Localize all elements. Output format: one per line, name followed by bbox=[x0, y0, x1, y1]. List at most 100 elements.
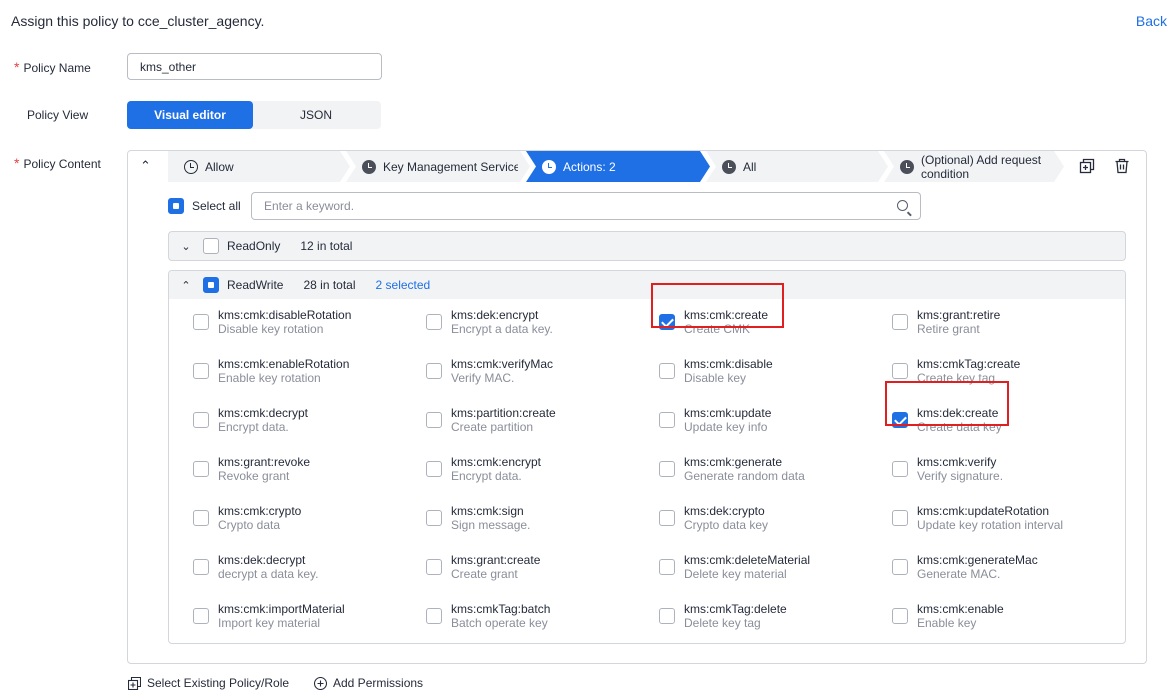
action-item[interactable]: kms:cmkTag:delete Delete key tag bbox=[659, 599, 787, 633]
action-checkbox[interactable] bbox=[659, 461, 675, 477]
action-item[interactable]: kms:cmk:enable Enable key bbox=[892, 599, 1004, 633]
action-checkbox[interactable] bbox=[892, 559, 908, 575]
readonly-checkbox[interactable] bbox=[203, 238, 219, 254]
action-item[interactable]: kms:grant:create Create grant bbox=[426, 550, 540, 584]
action-description: Verify signature. bbox=[917, 469, 1004, 483]
action-checkbox[interactable] bbox=[426, 412, 442, 428]
action-checkbox[interactable] bbox=[426, 314, 442, 330]
page-title: Assign this policy to cce_cluster_agency… bbox=[11, 13, 265, 29]
action-description: Crypto data key bbox=[684, 518, 769, 532]
step-resources[interactable]: All bbox=[706, 151, 888, 182]
action-name: kms:cmk:sign bbox=[451, 504, 524, 518]
plus-circle-icon bbox=[314, 676, 327, 690]
action-item[interactable]: kms:grant:revoke Revoke grant bbox=[193, 452, 310, 486]
action-checkbox[interactable] bbox=[193, 461, 209, 477]
action-item[interactable]: kms:cmk:crypto Crypto data bbox=[193, 501, 301, 535]
action-text: kms:dek:encrypt Encrypt a data key. bbox=[451, 308, 553, 336]
policy-name-input[interactable] bbox=[127, 53, 382, 80]
add-permissions-link[interactable]: Add Permissions bbox=[314, 676, 423, 690]
action-item[interactable]: kms:cmk:disable Disable key bbox=[659, 354, 773, 388]
action-item[interactable]: kms:cmk:verify Verify signature. bbox=[892, 452, 1003, 486]
action-checkbox[interactable] bbox=[659, 510, 675, 526]
select-all[interactable]: Select all bbox=[168, 198, 241, 214]
step-actions[interactable]: Actions: 2 bbox=[526, 151, 710, 182]
action-item[interactable]: kms:cmk:update Update key info bbox=[659, 403, 771, 437]
action-item[interactable]: kms:partition:create Create partition bbox=[426, 403, 556, 437]
action-item[interactable]: kms:grant:retire Retire grant bbox=[892, 305, 1000, 339]
action-text: kms:dek:crypto Crypto data key bbox=[684, 504, 768, 532]
action-item[interactable]: kms:cmk:decrypt Encrypt data. bbox=[193, 403, 308, 437]
step-service[interactable]: Key Management Service bbox=[346, 151, 530, 182]
action-item[interactable]: kms:cmk:importMaterial Import key materia… bbox=[193, 599, 345, 633]
action-checkbox[interactable] bbox=[426, 461, 442, 477]
action-name: kms:cmk:encrypt bbox=[451, 455, 542, 469]
policy-content-label: * Policy Content bbox=[14, 155, 101, 171]
action-checkbox[interactable] bbox=[659, 559, 675, 575]
action-checkbox[interactable] bbox=[426, 510, 442, 526]
action-item[interactable]: kms:cmk:disableRotation Disable key rotat… bbox=[193, 305, 351, 339]
collapse-statement-button[interactable]: ⌃ bbox=[140, 158, 151, 174]
action-item[interactable]: kms:cmk:sign Sign message. bbox=[426, 501, 530, 535]
group-readonly[interactable]: ⌄ ReadOnly 12 in total bbox=[168, 231, 1126, 261]
step-effect[interactable]: Allow bbox=[168, 151, 350, 182]
policy-content-panel: ⌃ Allow Key Management Service Actions: … bbox=[127, 150, 1147, 664]
action-name: kms:cmk:enableRotation bbox=[218, 357, 350, 371]
copy-statement-icon[interactable] bbox=[1079, 158, 1095, 174]
action-name: kms:cmkTag:delete bbox=[684, 602, 787, 616]
action-checkbox[interactable] bbox=[892, 363, 908, 379]
action-name: kms:grant:retire bbox=[917, 308, 1001, 322]
json-tab[interactable]: JSON bbox=[253, 101, 379, 129]
delete-statement-icon[interactable] bbox=[1114, 158, 1130, 174]
clock-icon bbox=[362, 160, 376, 174]
search-icon[interactable] bbox=[897, 200, 908, 211]
action-item[interactable]: kms:cmk:generate Generate random data bbox=[659, 452, 805, 486]
action-name: kms:cmkTag:create bbox=[917, 357, 1021, 371]
action-name: kms:grant:create bbox=[451, 553, 541, 567]
action-checkbox[interactable] bbox=[659, 412, 675, 428]
action-checkbox[interactable] bbox=[193, 314, 209, 330]
chevron-up-icon[interactable]: ⌃ bbox=[169, 279, 203, 292]
action-checkbox[interactable] bbox=[193, 510, 209, 526]
search-input[interactable] bbox=[252, 193, 872, 219]
action-checkbox[interactable] bbox=[426, 559, 442, 575]
action-item[interactable]: kms:dek:encrypt Encrypt a data key. bbox=[426, 305, 553, 339]
action-checkbox[interactable] bbox=[426, 608, 442, 624]
readwrite-checkbox[interactable] bbox=[203, 277, 219, 293]
back-link[interactable]: Back bbox=[1136, 13, 1167, 29]
action-text: kms:cmk:updateRotation Update key rotatio… bbox=[917, 504, 1063, 532]
step-actions-label: Actions: 2 bbox=[563, 159, 616, 174]
action-item[interactable]: kms:cmk:deleteMaterial Delete key materia… bbox=[659, 550, 810, 584]
action-text: kms:cmk:sign Sign message. bbox=[451, 504, 530, 532]
select-existing-policy-link[interactable]: Select Existing Policy/Role bbox=[128, 676, 289, 690]
select-all-checkbox[interactable] bbox=[168, 198, 184, 214]
action-name: kms:cmk:deleteMaterial bbox=[684, 553, 811, 567]
chevron-down-icon[interactable]: ⌄ bbox=[169, 240, 203, 253]
action-item[interactable]: kms:dek:decrypt decrypt a data key. bbox=[193, 550, 319, 584]
action-item[interactable]: kms:cmk:updateRotation Update key rotatio… bbox=[892, 501, 1063, 535]
action-checkbox[interactable] bbox=[892, 461, 908, 477]
action-checkbox[interactable] bbox=[659, 363, 675, 379]
action-checkbox[interactable] bbox=[659, 608, 675, 624]
action-item[interactable]: kms:cmk:verifyMac Verify MAC. bbox=[426, 354, 553, 388]
action-checkbox[interactable] bbox=[193, 608, 209, 624]
action-text: kms:grant:retire Retire grant bbox=[917, 308, 1000, 336]
action-name: kms:partition:create bbox=[451, 406, 556, 420]
action-checkbox[interactable] bbox=[193, 412, 209, 428]
action-checkbox[interactable] bbox=[193, 559, 209, 575]
step-condition[interactable]: (Optional) Add request condition bbox=[884, 151, 1064, 182]
action-checkbox[interactable] bbox=[892, 314, 908, 330]
visual-editor-tab[interactable]: Visual editor bbox=[127, 101, 253, 129]
action-checkbox[interactable] bbox=[426, 363, 442, 379]
action-item[interactable]: kms:cmk:enableRotation Enable key rotatio… bbox=[193, 354, 349, 388]
action-description: Retire grant bbox=[917, 322, 980, 336]
action-text: kms:cmk:enableRotation Enable key rotatio… bbox=[218, 357, 349, 385]
group-readwrite-header[interactable]: ⌃ ReadWrite 28 in total 2 selected bbox=[169, 271, 1125, 299]
action-item[interactable]: kms:cmk:generateMac Generate MAC. bbox=[892, 550, 1038, 584]
action-checkbox[interactable] bbox=[892, 510, 908, 526]
action-item[interactable]: kms:dek:crypto Crypto data key bbox=[659, 501, 768, 535]
action-item[interactable]: kms:cmk:encrypt Encrypt data. bbox=[426, 452, 541, 486]
required-asterisk: * bbox=[14, 59, 20, 75]
action-checkbox[interactable] bbox=[892, 608, 908, 624]
action-item[interactable]: kms:cmkTag:batch Batch operate key bbox=[426, 599, 550, 633]
action-checkbox[interactable] bbox=[193, 363, 209, 379]
